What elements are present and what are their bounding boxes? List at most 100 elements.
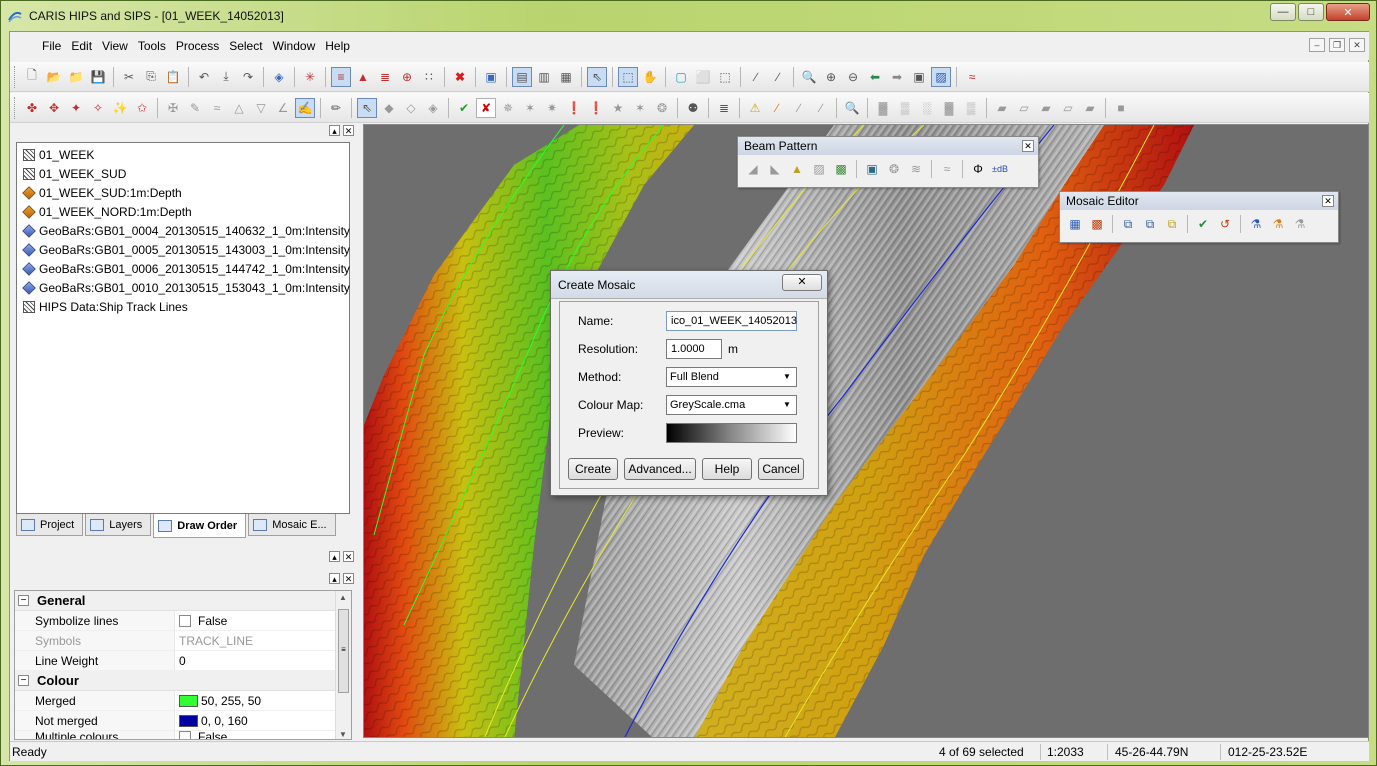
me6-icon[interactable]: ✔ xyxy=(1193,214,1213,234)
forward-icon[interactable]: ➡ xyxy=(887,67,907,87)
method-select[interactable]: Full Blend ▼ xyxy=(666,367,797,387)
slope2-icon[interactable]: ∕ xyxy=(789,98,809,118)
track-icon[interactable]: ✳ xyxy=(300,67,320,87)
layer-item[interactable]: GeoBaRs:GB01_0006_20130515_144742_1_0m:I… xyxy=(17,259,350,278)
mdi-restore-button[interactable]: ❐ xyxy=(1329,38,1345,52)
menu-process[interactable]: Process xyxy=(172,39,223,53)
me7-icon[interactable]: ↺ xyxy=(1215,214,1235,234)
minimize-button[interactable]: — xyxy=(1270,3,1296,21)
surf5-icon[interactable]: ▰ xyxy=(1080,98,1100,118)
color-swatch[interactable] xyxy=(179,714,198,727)
qc3-icon[interactable]: ░ xyxy=(917,98,937,118)
tool2-icon[interactable]: ✷ xyxy=(542,98,562,118)
merge-icon[interactable]: ≣ xyxy=(375,67,395,87)
dialog-close-button[interactable]: ✕ xyxy=(782,274,822,291)
cancel-button[interactable]: Cancel xyxy=(758,458,804,480)
flip3-icon[interactable]: ◈ xyxy=(423,98,443,118)
collapse-icon[interactable]: − xyxy=(18,675,29,686)
advanced-button[interactable]: Advanced... xyxy=(624,458,696,480)
close-button[interactable]: ✕ xyxy=(1326,3,1370,21)
property-value[interactable]: False xyxy=(175,731,227,739)
box-icon[interactable]: ▢ xyxy=(671,67,691,87)
tab-mosaic-editor[interactable]: Mosaic E... xyxy=(248,514,336,536)
chevron-down-icon[interactable]: ▼ xyxy=(780,398,794,412)
layer-item[interactable]: 01_WEEK xyxy=(17,145,349,164)
db-icon[interactable]: ±dB xyxy=(990,159,1010,179)
pin-icon[interactable]: ▴ xyxy=(329,573,340,584)
mdi-close-button[interactable]: ✕ xyxy=(1349,38,1365,52)
close-panel-icon[interactable]: ✕ xyxy=(343,573,354,584)
me8-icon[interactable]: ⚗ xyxy=(1246,214,1266,234)
menu-window[interactable]: Window xyxy=(269,39,320,53)
tool3-icon[interactable]: ❗ xyxy=(564,98,584,118)
property-row[interactable]: Merged 50, 255, 50 xyxy=(15,691,351,711)
surf2-icon[interactable]: ▱ xyxy=(1014,98,1034,118)
qc2-icon[interactable]: ▒ xyxy=(895,98,915,118)
me9-icon[interactable]: ⚗ xyxy=(1268,214,1288,234)
accept-icon[interactable]: ✵ xyxy=(498,98,518,118)
bp8-icon[interactable]: ≋ xyxy=(906,159,926,179)
property-row[interactable]: Symbols TRACK_LINE xyxy=(15,631,351,651)
inspect-icon[interactable]: 🔍 xyxy=(842,98,862,118)
checkbox[interactable] xyxy=(179,731,191,739)
refresh-icon[interactable]: ▣ xyxy=(909,67,929,87)
cut-icon[interactable]: ✂ xyxy=(119,67,139,87)
process1-icon[interactable]: ✤ xyxy=(22,98,42,118)
cursor-icon[interactable]: ⇖ xyxy=(587,66,607,87)
menu-file[interactable]: File xyxy=(38,39,65,53)
pan-icon[interactable]: ✋ xyxy=(640,67,660,87)
tab-layers[interactable]: Layers xyxy=(85,514,152,536)
process3-icon[interactable]: ✦ xyxy=(66,98,86,118)
layer-item[interactable]: 01_WEEK_SUD xyxy=(17,164,349,183)
maximize-button[interactable]: □ xyxy=(1298,3,1324,21)
import-icon[interactable]: ⤓ xyxy=(216,67,236,87)
property-value[interactable]: 0, 0, 160 xyxy=(175,714,248,728)
flip2-icon[interactable]: ◇ xyxy=(401,98,421,118)
process2-icon[interactable]: ✥ xyxy=(44,98,64,118)
slope-icon[interactable]: ∕ xyxy=(767,98,787,118)
close-toolbar-icon[interactable]: ✕ xyxy=(1322,195,1334,207)
surf3-icon[interactable]: ▰ xyxy=(1036,98,1056,118)
toolbar-title-bar[interactable]: Beam Pattern ✕ xyxy=(738,137,1038,155)
bp6-icon[interactable]: ▣ xyxy=(862,159,882,179)
me5-icon[interactable]: ⧉ xyxy=(1162,214,1182,234)
me1-icon[interactable]: ▦ xyxy=(1065,214,1085,234)
open-icon[interactable]: 📂 xyxy=(44,67,64,87)
property-row[interactable]: Multiple colours False xyxy=(15,731,351,739)
tide-icon[interactable]: ≈ xyxy=(962,67,982,87)
tool6-icon[interactable]: ✶ xyxy=(630,98,650,118)
name-field[interactable]: ico_01_WEEK_14052013 xyxy=(666,311,797,331)
sounding-icon[interactable]: ▲ xyxy=(353,67,373,87)
properties-icon[interactable]: ◈ xyxy=(269,67,289,87)
undo-icon[interactable]: ↶ xyxy=(194,67,214,87)
colour-map-select[interactable]: GreyScale.cma ▼ xyxy=(666,395,797,415)
category-general[interactable]: − General xyxy=(15,591,351,611)
process4-icon[interactable]: ✧ xyxy=(88,98,108,118)
qc1-icon[interactable]: ▓ xyxy=(873,98,893,118)
qc4-icon[interactable]: ▓ xyxy=(939,98,959,118)
tool4-icon[interactable]: ❗ xyxy=(586,98,606,118)
close-toolbar-icon[interactable]: ✕ xyxy=(1022,140,1034,152)
menu-edit[interactable]: Edit xyxy=(67,39,96,53)
tile-icon[interactable]: ▥ xyxy=(534,67,554,87)
grid-icon[interactable]: ∷ xyxy=(419,67,439,87)
pointer-icon[interactable]: ⇖ xyxy=(357,97,377,118)
bp7-icon[interactable]: ❂ xyxy=(884,159,904,179)
filter6-icon[interactable]: ∠ xyxy=(273,98,293,118)
category-colour[interactable]: − Colour xyxy=(15,671,351,691)
zoom-icon[interactable]: 🔍 xyxy=(799,67,819,87)
help-button[interactable]: Help xyxy=(702,458,752,480)
layer-item[interactable]: GeoBaRs:GB01_0010_20130515_153043_1_0m:I… xyxy=(17,278,350,297)
scroll-down-icon[interactable]: ▼ xyxy=(339,730,347,739)
bp3-icon[interactable]: ▲ xyxy=(787,159,807,179)
filter1-icon[interactable]: ✠ xyxy=(163,98,183,118)
slash1-icon[interactable]: ∕ xyxy=(746,67,766,87)
menu-select[interactable]: Select xyxy=(225,39,266,53)
property-value[interactable]: 0 xyxy=(175,654,186,668)
delete-icon[interactable]: ✖ xyxy=(450,67,470,87)
filter5-icon[interactable]: ▽ xyxy=(251,98,271,118)
new-icon[interactable]: 🗋 xyxy=(22,67,42,87)
toolbar-grip[interactable] xyxy=(14,96,17,119)
checkbox[interactable] xyxy=(179,614,191,627)
pin-icon[interactable]: ▴ xyxy=(329,125,340,136)
